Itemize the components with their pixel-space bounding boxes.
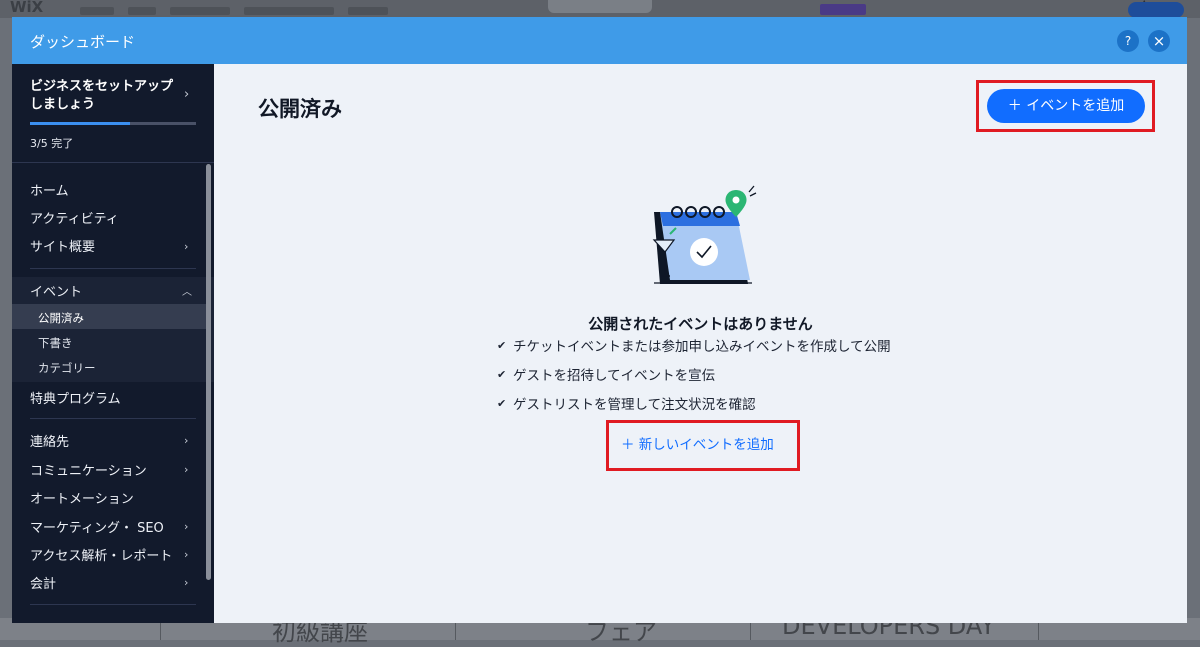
editor-topbar: WiX ▲	[0, 0, 1200, 18]
wix-logo: WiX	[10, 0, 44, 16]
list-item-text: ゲストを招待してイベントを宣伝	[513, 368, 716, 384]
list-item: ✔ チケットイベントまたは参加申し込みイベントを作成して公開	[497, 338, 891, 367]
empty-state-title: 公開されたイベントはありません	[588, 315, 813, 333]
page-title: 公開済み	[258, 97, 342, 121]
sidebar-item-home[interactable]: ホーム	[30, 180, 69, 199]
modal-title: ダッシュボード	[30, 33, 136, 51]
setup-progress-bar	[30, 122, 196, 125]
editor-upgrade-badge	[820, 4, 866, 15]
check-icon: ✔	[497, 397, 507, 410]
add-event-button[interactable]: ＋ イベントを追加	[987, 89, 1145, 123]
divider	[30, 418, 196, 419]
main-content: 公開済み ＋ イベントを追加 公開されたイベントはありません ✔ チケットイベン…	[214, 64, 1187, 623]
sidebar-item-contacts[interactable]: 連絡先	[30, 431, 69, 450]
list-item: ✔ ゲストを招待してイベントを宣伝	[497, 367, 891, 396]
chevron-right-icon: ›	[184, 434, 189, 447]
sidebar-item-automation[interactable]: オートメーション	[30, 488, 134, 507]
sidebar-item-categories[interactable]: カテゴリー	[38, 360, 96, 376]
chevron-right-icon: ›	[184, 463, 189, 476]
chevron-right-icon: ›	[184, 548, 189, 561]
setup-progress-label: 3/5 完了	[30, 137, 74, 150]
setup-title[interactable]: ビジネスをセットアップしましょう	[30, 78, 180, 114]
editor-collapse-tab: ▲	[548, 0, 1148, 13]
divider	[30, 268, 196, 269]
modal-header: ダッシュボード ? ×	[12, 17, 1187, 64]
calendar-check-icon	[652, 185, 757, 284]
help-button[interactable]: ?	[1117, 30, 1139, 52]
chevron-up-icon: ︿	[182, 287, 192, 298]
divider	[30, 604, 196, 605]
sidebar-scrollbar[interactable]	[206, 164, 211, 580]
sidebar: ビジネスをセットアップしましょう › 3/5 完了 ホーム アクティビティ サイ…	[12, 64, 214, 623]
sidebar-item-site-overview[interactable]: サイト概要	[30, 236, 95, 255]
sidebar-item-activity[interactable]: アクティビティ	[30, 208, 119, 227]
sidebar-item-published[interactable]: 公開済み	[38, 310, 84, 326]
list-item-text: チケットイベントまたは参加申し込みイベントを作成して公開	[513, 339, 891, 355]
list-item-text: ゲストリストを管理して注文状況を確認	[513, 397, 756, 413]
divider	[12, 162, 214, 163]
sidebar-item-marketing-seo[interactable]: マーケティング・ SEO	[30, 517, 164, 536]
dashboard-modal: ダッシュボード ? × ビジネスをセットアップしましょう › 3/5 完了 ホー…	[12, 17, 1187, 623]
benefits-list: ✔ チケットイベントまたは参加申し込みイベントを作成して公開 ✔ ゲストを招待してイ…	[497, 338, 891, 425]
chevron-right-icon: ›	[184, 240, 189, 253]
check-icon: ✔	[497, 339, 507, 352]
sidebar-item-analytics[interactable]: アクセス解析・レポート	[30, 545, 172, 564]
sidebar-item-drafts[interactable]: 下書き	[38, 335, 73, 351]
sidebar-item-events[interactable]: イベント	[30, 281, 82, 300]
sidebar-item-loyalty[interactable]: 特典プログラム	[30, 388, 121, 407]
sidebar-item-communication[interactable]: コミュニケーション	[30, 460, 147, 479]
check-icon: ✔	[497, 368, 507, 381]
chevron-right-icon: ›	[184, 576, 189, 589]
close-button[interactable]: ×	[1148, 30, 1170, 52]
calendar-illustration	[644, 184, 774, 288]
editor-publish-button	[1128, 2, 1184, 18]
editor-menu	[80, 0, 840, 15]
sidebar-item-accounting[interactable]: 会計	[30, 573, 56, 592]
chevron-right-icon: ›	[184, 520, 189, 533]
add-new-event-link[interactable]: ＋ 新しいイベントを追加	[621, 433, 774, 453]
chevron-right-icon: ›	[184, 87, 190, 102]
